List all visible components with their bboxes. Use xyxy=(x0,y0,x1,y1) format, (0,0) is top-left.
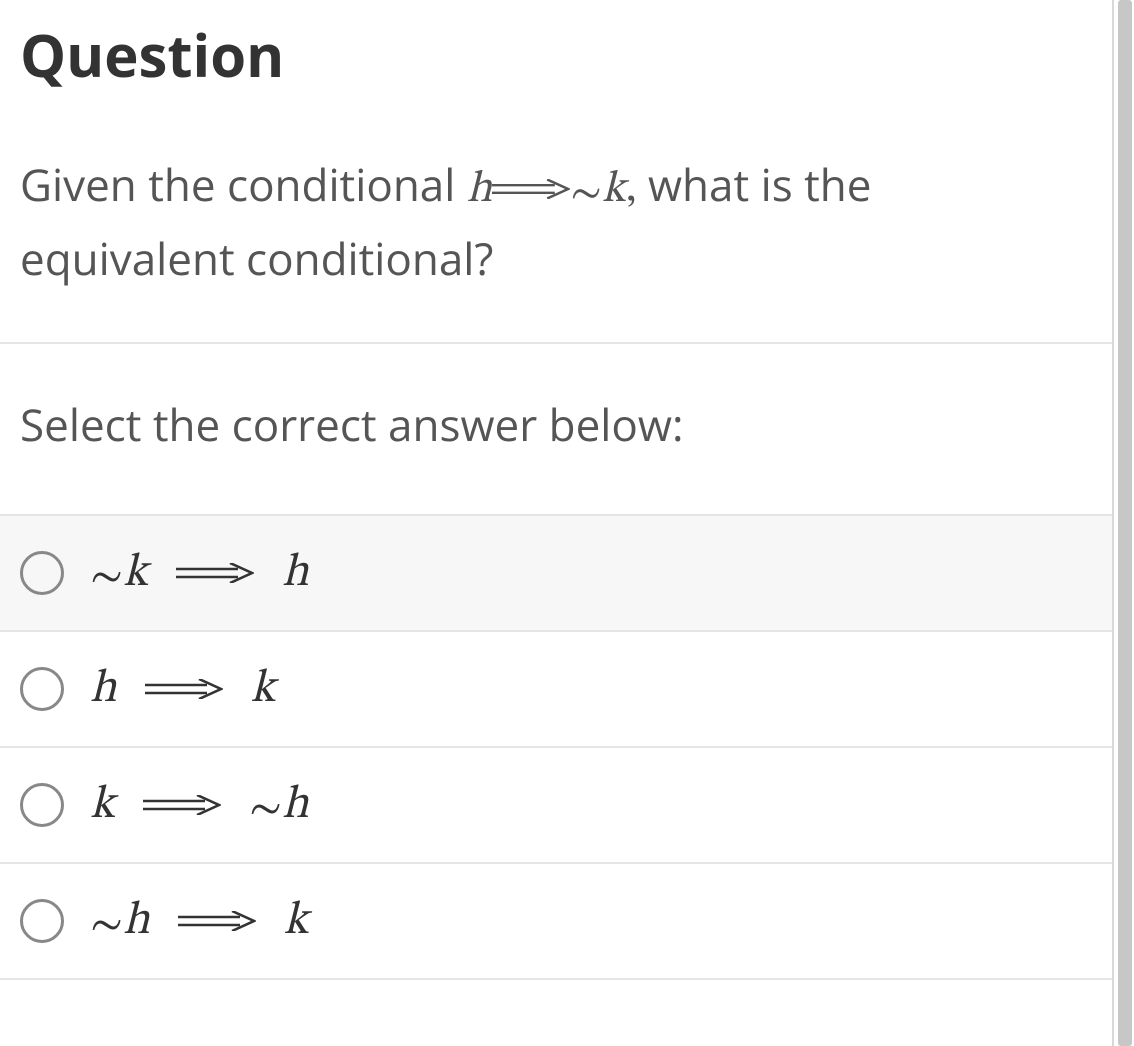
question-title: Question xyxy=(20,20,1094,90)
answer-option-0[interactable]: ∼k h xyxy=(0,514,1114,630)
question-body: Given the conditional h∼k, what is the e… xyxy=(0,90,1114,342)
radio-icon xyxy=(20,899,64,943)
implies-icon xyxy=(492,179,570,199)
answer-text: ∼k h xyxy=(90,544,309,602)
opt0-rhs: h xyxy=(282,550,309,596)
answer-option-1[interactable]: h k xyxy=(0,630,1114,746)
question-prefix: Given the conditional xyxy=(20,154,467,214)
opt1-rhs: k xyxy=(251,666,276,712)
opt0-lhs-neg: ∼ xyxy=(90,548,123,606)
opt3-lhs: h xyxy=(123,898,150,944)
question-math-rhs: k xyxy=(602,168,626,212)
opt2-rhs: h xyxy=(282,782,309,828)
opt2-rhs-neg: ∼ xyxy=(249,780,282,838)
radio-icon xyxy=(20,667,64,711)
question-math-lhs: h xyxy=(467,168,492,212)
implies-icon xyxy=(143,795,221,815)
opt3-rhs: k xyxy=(284,898,309,944)
instruction-text: Select the correct answer below: xyxy=(0,344,1114,514)
implies-icon xyxy=(145,679,223,699)
scrollbar-track[interactable] xyxy=(1114,0,1134,1046)
question-math-rhs-neg: ∼ xyxy=(570,160,602,228)
answer-text: k ∼h xyxy=(90,776,309,834)
question-container: Question Given the conditional h∼k, what… xyxy=(0,0,1114,1046)
opt2-lhs: k xyxy=(90,782,115,828)
radio-icon xyxy=(20,783,64,827)
answer-text: ∼h k xyxy=(90,892,309,950)
question-comma: , xyxy=(626,168,637,212)
answer-option-2[interactable]: k ∼h xyxy=(0,746,1114,862)
implies-icon xyxy=(176,563,254,583)
answer-option-3[interactable]: ∼h k xyxy=(0,862,1114,980)
opt1-lhs: h xyxy=(90,666,117,712)
question-header: Question xyxy=(0,0,1114,90)
scrollbar-thumb[interactable] xyxy=(1118,0,1132,1046)
implies-icon xyxy=(178,911,256,931)
opt0-lhs: k xyxy=(123,550,148,596)
radio-icon xyxy=(20,551,64,595)
answer-text: h k xyxy=(90,660,275,718)
opt3-lhs-neg: ∼ xyxy=(90,896,123,954)
answer-list: ∼k h h k k ∼h ∼h xyxy=(0,514,1114,980)
